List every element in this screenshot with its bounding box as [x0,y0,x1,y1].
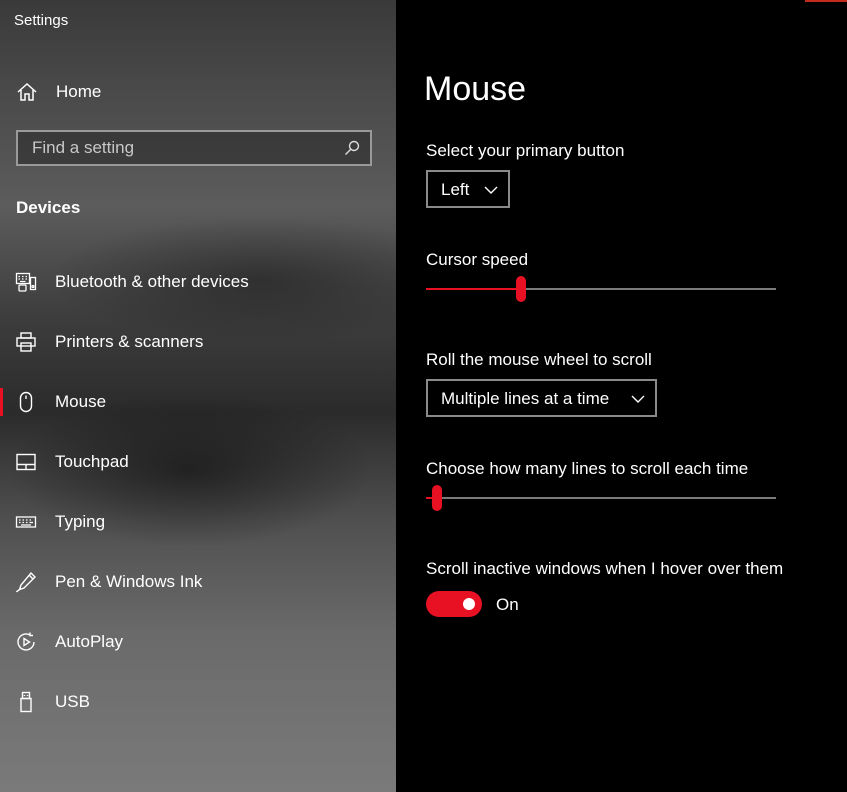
cursor-speed-slider[interactable] [426,275,776,305]
inactive-scroll-label: Scroll inactive windows when I hover ove… [426,559,784,578]
slider-thumb[interactable] [515,276,526,302]
sidebar-item-typing[interactable]: Typing [0,496,396,548]
sidebar-item-label: Printers & scanners [55,332,204,351]
scroll-mode-label: Roll the mouse wheel to scroll [426,350,652,369]
chevron-down-icon [631,395,645,403]
sidebar-item-autoplay[interactable]: AutoPlay [0,616,396,668]
autoplay-icon [17,632,35,651]
settings-window: Settings Home Devices [0,0,847,792]
sidebar-item-touchpad[interactable]: Touchpad [0,436,396,488]
sidebar-item-label: USB [55,692,90,711]
sidebar-item-printers[interactable]: Printers & scanners [0,316,396,368]
sidebar-item-label: Mouse [55,392,107,411]
home-label: Home [56,82,102,101]
toggle-knob [463,598,475,610]
sidebar-item-usb[interactable]: USB [0,676,396,728]
sidebar-item-label: Pen & Windows Ink [55,572,203,591]
scroll-lines-slider[interactable] [426,484,776,514]
home-nav-item[interactable]: Home [0,70,396,114]
main-content: Mouse Select your primary button Left Cu… [396,0,847,792]
slider-fill [426,288,521,290]
cursor-speed-label: Cursor speed [426,250,529,269]
printer-icon [16,332,36,352]
page-title: Mouse [424,70,527,108]
primary-button-label: Select your primary button [426,141,625,160]
mouse-icon [19,391,33,413]
sidebar: Settings Home Devices [0,0,396,792]
home-icon [17,82,37,101]
selection-indicator [0,388,3,416]
chevron-down-icon [484,186,498,194]
scroll-mode-value: Multiple lines at a time [441,389,610,408]
slider-track [426,497,776,499]
search-input[interactable] [18,132,342,164]
scroll-lines-label: Choose how many lines to scroll each tim… [426,459,749,478]
sidebar-item-label: AutoPlay [55,632,124,651]
top-accent-bar [805,0,847,2]
primary-button-value: Left [441,180,470,199]
sidebar-item-mouse[interactable]: Mouse [0,376,396,428]
search-box [16,130,372,166]
bluetooth-devices-icon [15,272,37,292]
scroll-mode-dropdown[interactable]: Multiple lines at a time [426,379,657,417]
sidebar-item-label: Bluetooth & other devices [55,272,249,291]
sidebar-item-bluetooth[interactable]: Bluetooth & other devices [0,256,396,308]
pen-icon [15,571,36,593]
usb-icon [20,691,32,713]
section-title: Devices [16,198,81,217]
primary-button-dropdown[interactable]: Left [426,170,510,208]
slider-thumb[interactable] [431,485,442,511]
app-title: Settings [14,12,69,29]
inactive-scroll-toggle[interactable] [426,591,482,617]
sidebar-item-pen[interactable]: Pen & Windows Ink [0,556,396,608]
touchpad-icon [16,453,36,471]
toggle-state-label: On [496,595,519,614]
sidebar-item-label: Typing [55,512,106,531]
sidebar-item-label: Touchpad [55,452,129,471]
keyboard-icon [15,516,37,528]
search-icon[interactable] [344,140,360,156]
